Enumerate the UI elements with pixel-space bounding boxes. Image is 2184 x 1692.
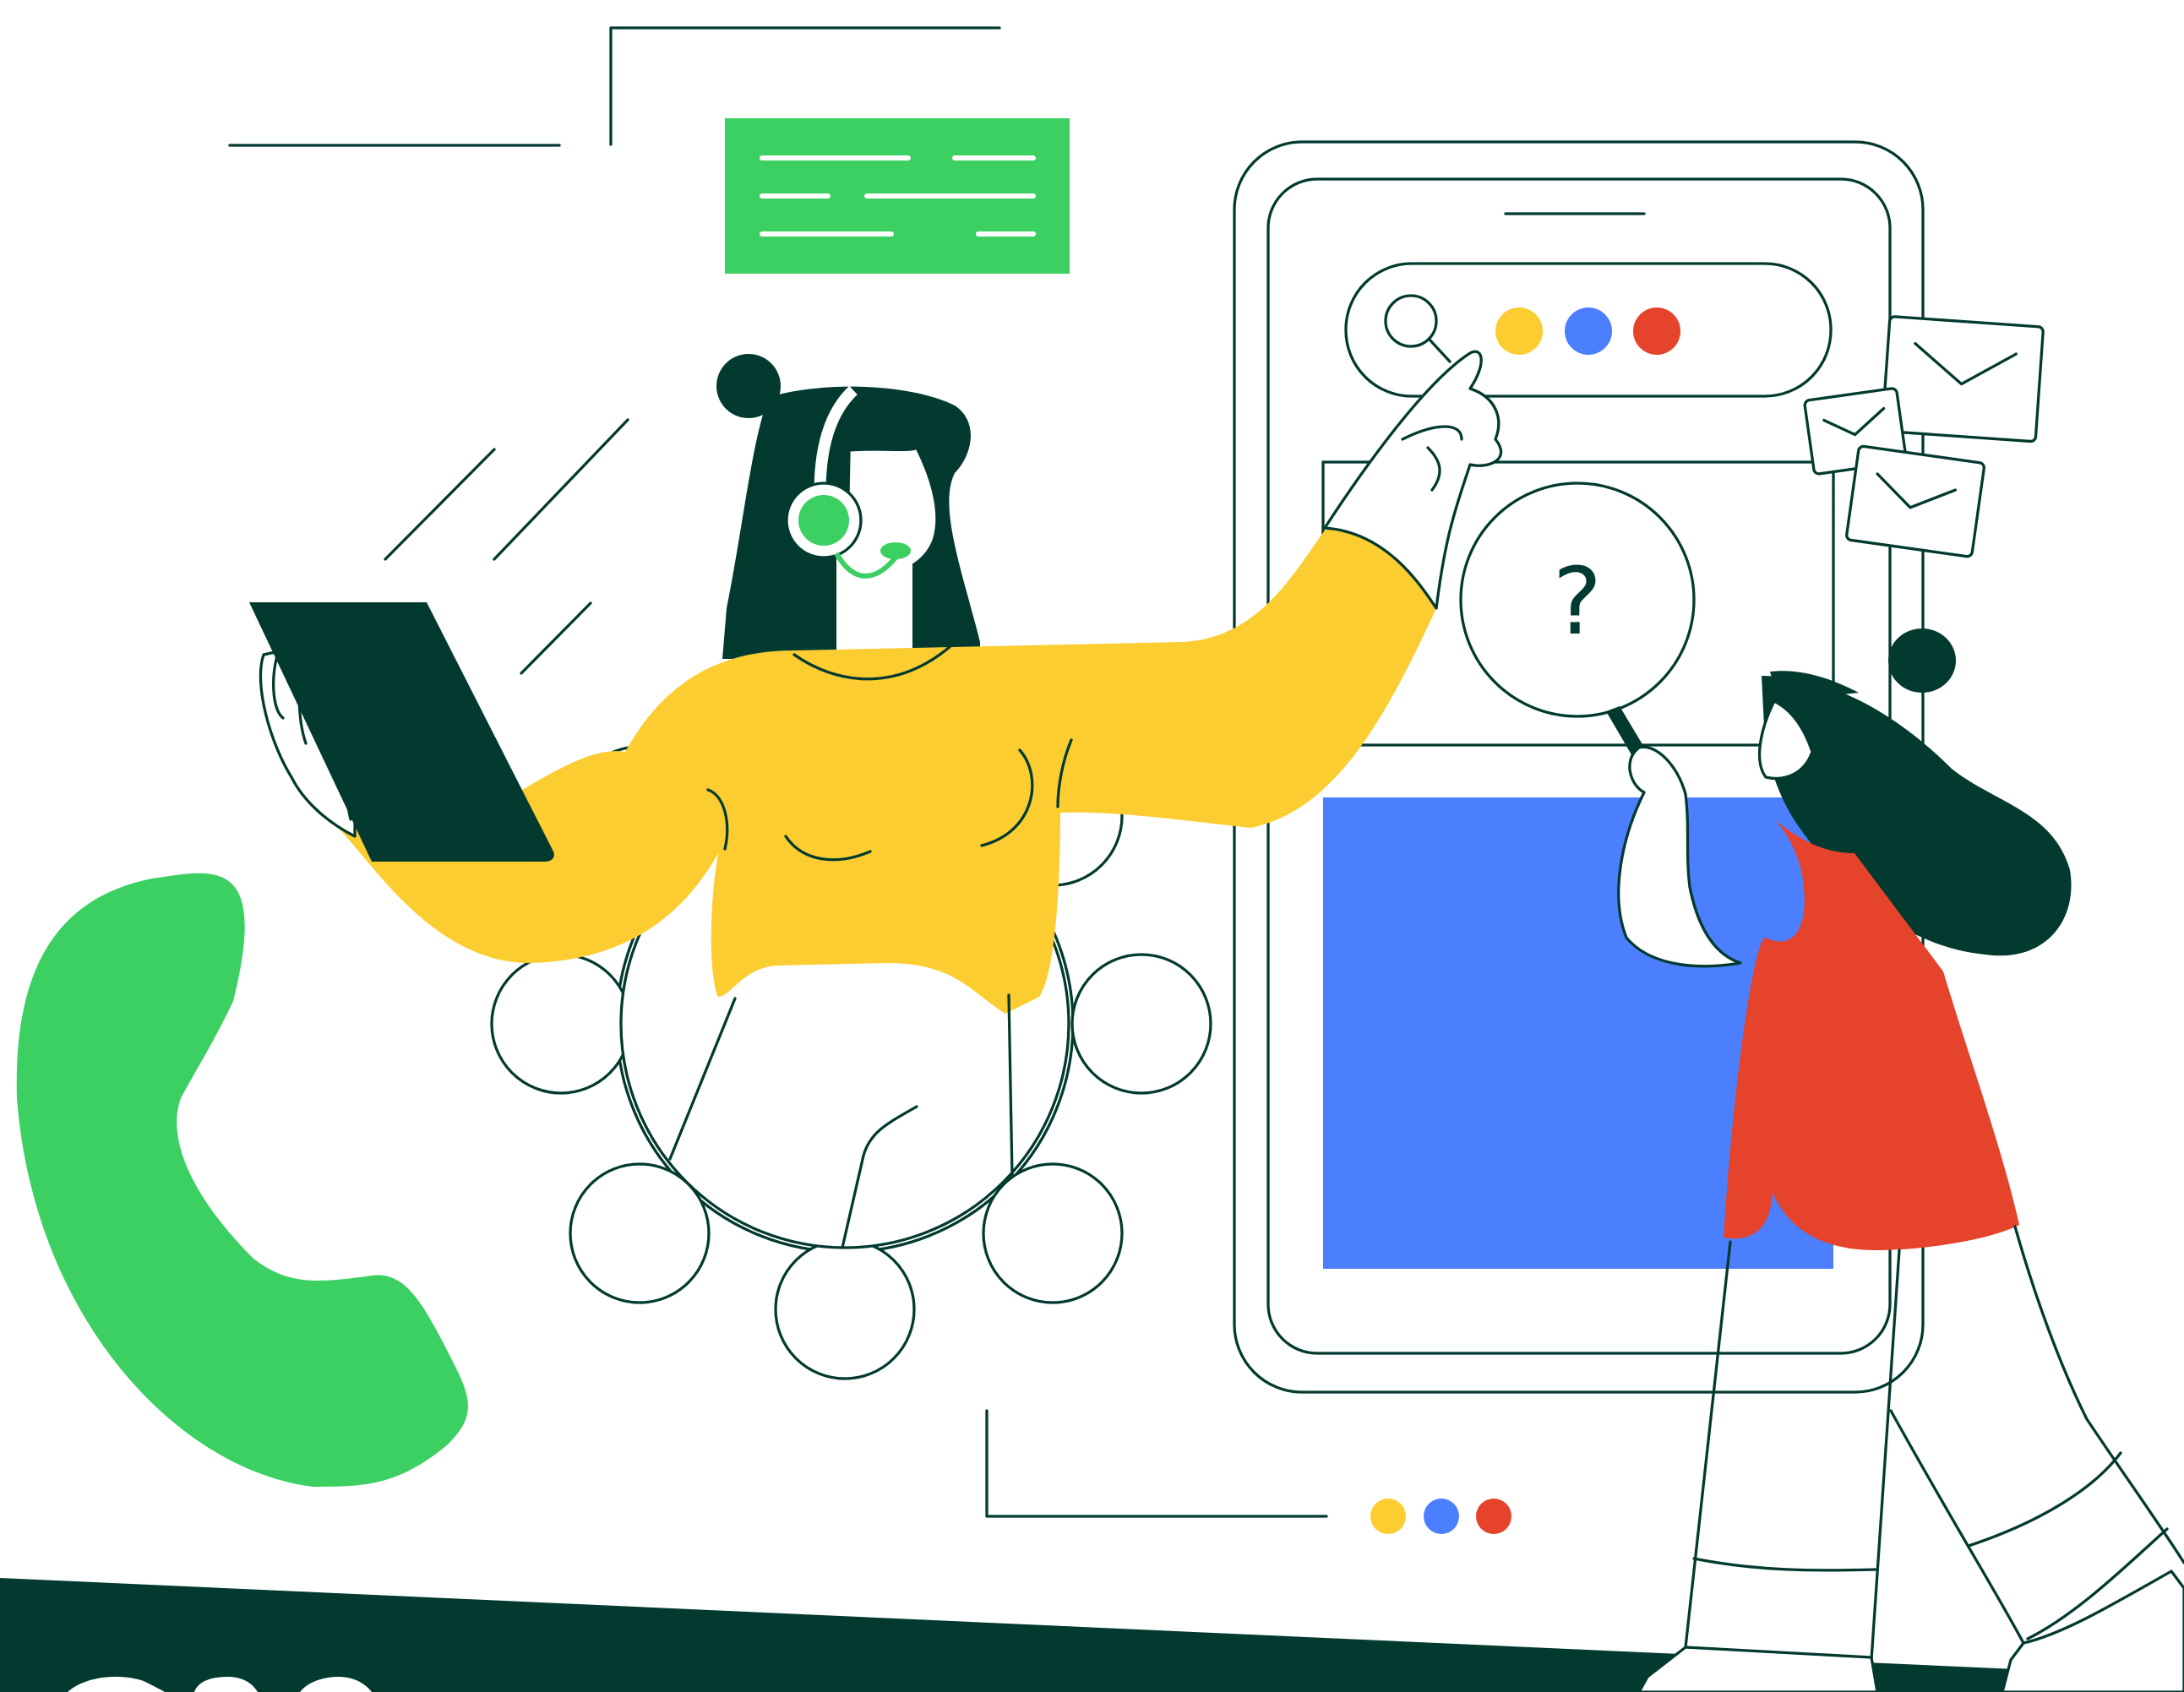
- dot-blue: [1565, 307, 1612, 355]
- search-bar: [1344, 262, 1833, 398]
- pagination-dots: [1370, 1499, 1511, 1534]
- chat-bubble-icon: [725, 118, 1070, 274]
- tablet-icon: [249, 602, 554, 862]
- phone-handset-icon: [16, 873, 468, 1487]
- question-mark-icon: ?: [1553, 547, 1602, 656]
- illustration-canvas: ?: [0, 0, 2184, 1692]
- floor: [0, 1570, 2184, 1692]
- support-illustration: ?: [0, 26, 2184, 1692]
- dot-yellow: [1495, 307, 1543, 355]
- dot-red: [1633, 307, 1680, 355]
